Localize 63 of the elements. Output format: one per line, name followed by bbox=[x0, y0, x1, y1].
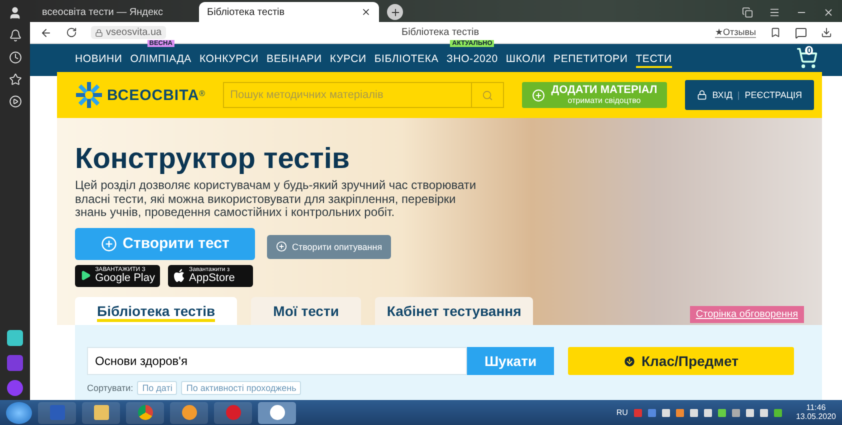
back-icon[interactable] bbox=[40, 26, 52, 38]
browser-tab[interactable]: всеосвіта тести — Яндекс bbox=[34, 2, 199, 22]
register-link[interactable]: РЕЄСТРАЦІЯ bbox=[744, 90, 802, 100]
reload-icon[interactable] bbox=[66, 27, 77, 38]
create-poll-button[interactable]: Створити опитування bbox=[267, 234, 392, 258]
plus-icon bbox=[276, 241, 287, 252]
start-button[interactable] bbox=[6, 402, 32, 424]
nav-link[interactable]: ЗНО-2020 bbox=[446, 53, 498, 68]
section-tab[interactable]: Кабінет тестування bbox=[374, 297, 534, 325]
close-icon[interactable] bbox=[361, 7, 371, 17]
taskbar-app-icon[interactable] bbox=[258, 402, 296, 424]
nav-link[interactable]: ТЕСТИ bbox=[636, 53, 672, 68]
play-icon[interactable] bbox=[8, 95, 22, 108]
class-subject-button[interactable]: Клас/Предмет bbox=[568, 347, 794, 375]
download-icon[interactable] bbox=[821, 27, 832, 38]
menu-icon[interactable] bbox=[769, 7, 780, 18]
section-tab[interactable]: Бібліотека тестів bbox=[75, 297, 238, 325]
nav-link[interactable]: ШКОЛИ bbox=[506, 53, 546, 68]
page-title: Бібліотека тестів bbox=[400, 27, 480, 38]
cart-count: 0 bbox=[805, 46, 814, 55]
hero-description: Цей розділ дозволяє користувачам у будь-який зручний час створювати власні тести, які можна використовувати для закріплення, перевірки знань учнів, проведення самостійних і контрольних робіт. bbox=[75, 179, 478, 220]
bookmark-icon[interactable] bbox=[770, 27, 781, 38]
hero-title: Конструктор тестів bbox=[75, 143, 351, 175]
profile-icon[interactable] bbox=[8, 6, 22, 20]
bell-icon[interactable] bbox=[8, 29, 22, 42]
nav-link[interactable]: НОВИНИ bbox=[75, 53, 122, 68]
taskbar-app-icon[interactable] bbox=[170, 402, 208, 424]
nav-link[interactable]: БІБЛІОТЕКА bbox=[374, 53, 439, 68]
clock-date: 13.05.2020 bbox=[796, 412, 836, 422]
address-field[interactable]: vseosvita.ua bbox=[91, 26, 166, 39]
sort-label: Сортувати: bbox=[87, 383, 134, 393]
clock-icon[interactable] bbox=[8, 51, 22, 64]
nav-link[interactable]: РЕПЕТИТОРИ bbox=[554, 53, 628, 68]
plus-icon bbox=[100, 236, 117, 252]
play-store-icon bbox=[80, 269, 92, 282]
site-search-field[interactable]: Пошук методичних матеріалів bbox=[223, 82, 472, 108]
tabs-icon[interactable] bbox=[742, 7, 753, 18]
test-search-field[interactable]: Основи здоров'я bbox=[87, 347, 467, 375]
chat-icon[interactable] bbox=[795, 26, 807, 38]
section-tab[interactable]: Мої тести bbox=[251, 297, 361, 325]
snowflake-logo-icon bbox=[75, 81, 103, 109]
nav-link[interactable]: КОНКУРСИ bbox=[199, 53, 259, 68]
taskbar-app-icon[interactable] bbox=[126, 402, 164, 424]
arrow-down-icon bbox=[623, 354, 636, 368]
separator: | bbox=[737, 90, 740, 100]
registered-mark: ® bbox=[199, 89, 206, 98]
site-logo[interactable]: ВСЕОСВІТА bbox=[107, 86, 200, 104]
lock-icon bbox=[95, 28, 103, 36]
login-link[interactable]: ВХІД bbox=[712, 90, 732, 100]
nav-link[interactable]: КУРСИ bbox=[330, 53, 366, 68]
nav-link[interactable]: ВЕБІНАРИ bbox=[266, 53, 322, 68]
lock-icon bbox=[697, 90, 708, 100]
nav-link[interactable]: ОЛІМПІАДА bbox=[130, 53, 192, 68]
star-icon[interactable] bbox=[8, 73, 22, 86]
plus-icon bbox=[532, 88, 546, 102]
reviews-link[interactable]: ★Отзывы bbox=[715, 27, 756, 38]
language-indicator[interactable]: RU bbox=[616, 408, 628, 417]
cart-icon[interactable] bbox=[796, 47, 818, 69]
apple-icon bbox=[173, 269, 185, 282]
clock-time: 11:46 bbox=[806, 404, 826, 412]
close-icon[interactable] bbox=[823, 7, 834, 18]
taskbar-app-icon[interactable] bbox=[82, 402, 120, 424]
browser-tab[interactable]: Бібліотека тестів bbox=[199, 2, 379, 22]
